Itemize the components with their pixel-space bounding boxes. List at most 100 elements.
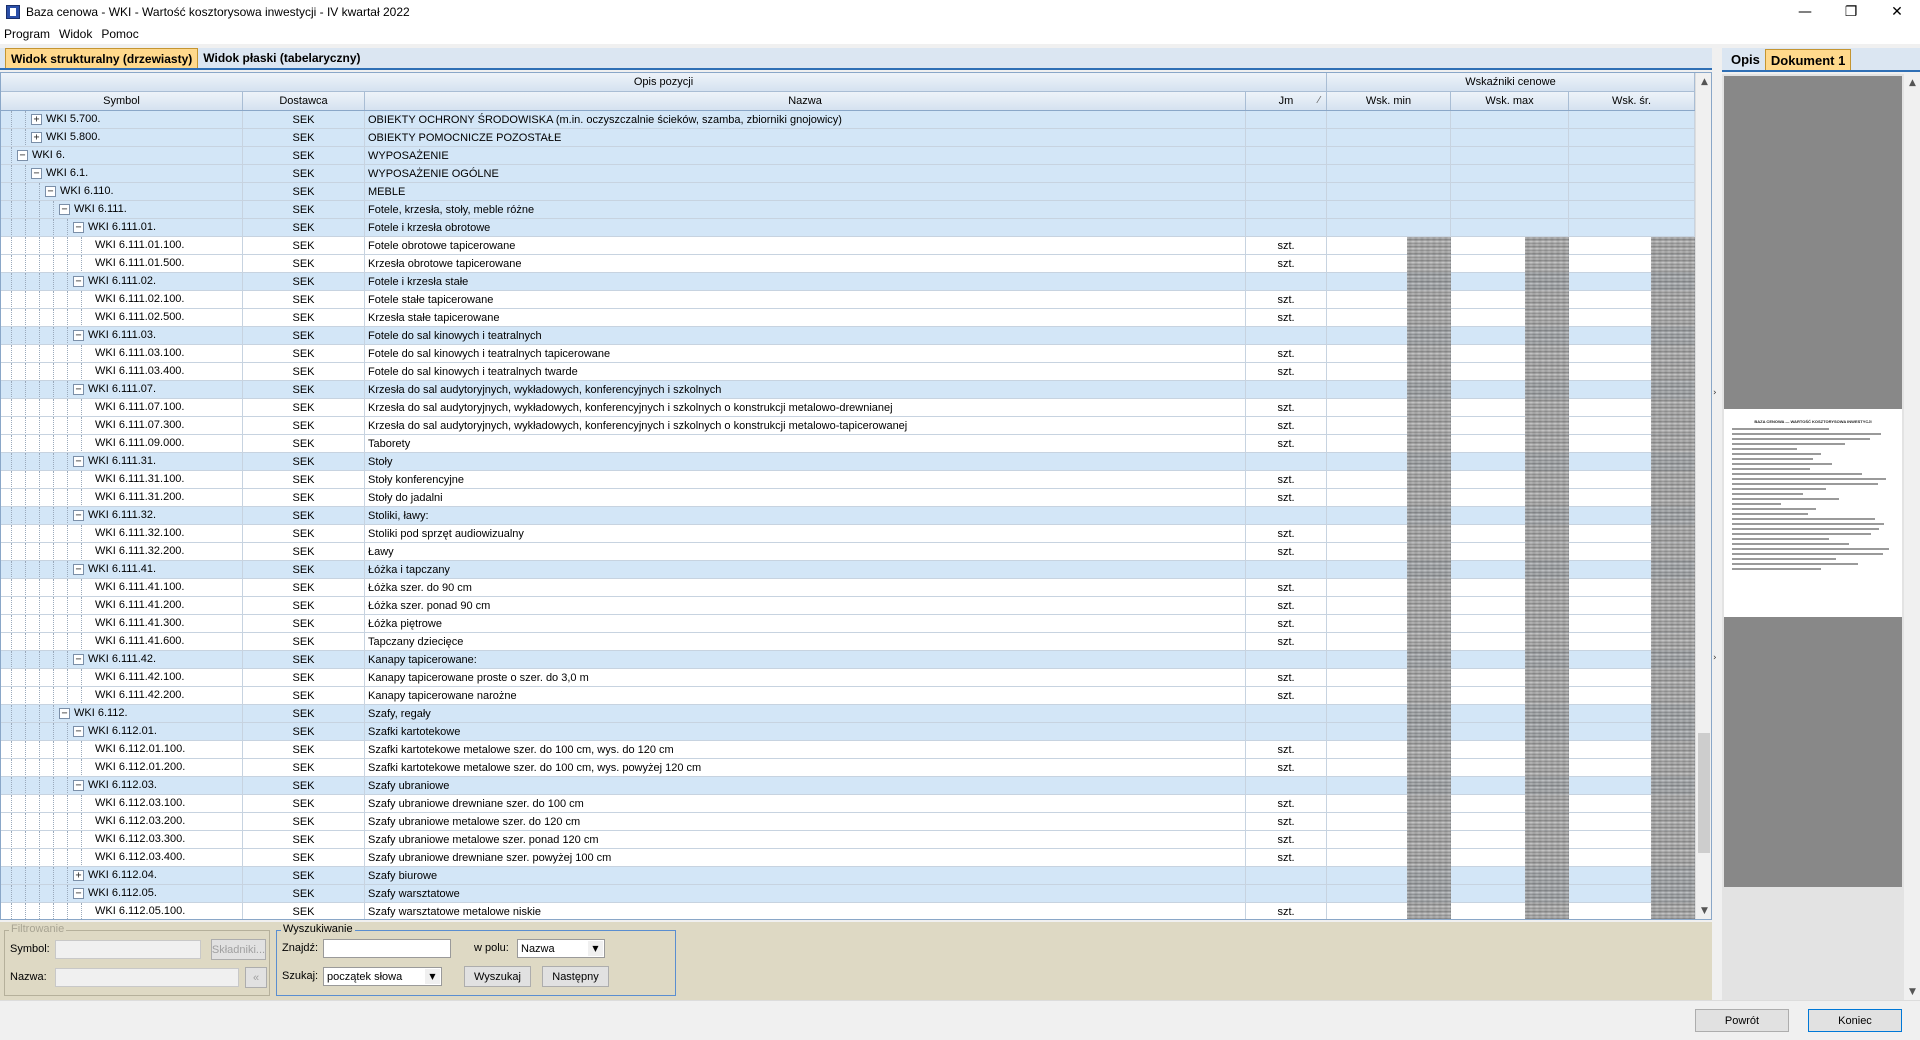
collapse-icon[interactable]: − (45, 186, 56, 197)
column-header-avg[interactable]: Wsk. śr. (1569, 92, 1695, 110)
minimize-button[interactable]: — (1782, 0, 1828, 24)
tree-group-row[interactable]: + WKI 5.800. SEK OBIEKTY POMOCNICZE POZOSTA… (1, 129, 1695, 147)
dropdown-arrow-icon[interactable]: ▼ (425, 969, 440, 984)
tab-opis[interactable]: Opis (1726, 49, 1765, 70)
symbol-text: WKI 6.111.32. (88, 509, 157, 521)
tree-group-row[interactable]: − WKI 6.110. SEK MEBLE (1, 183, 1695, 201)
column-header-min[interactable]: Wsk. min (1327, 92, 1451, 110)
preview-text-line (1732, 463, 1833, 465)
menu-program[interactable]: Program (4, 27, 50, 41)
grid-vertical-scrollbar[interactable]: ▲ ▼ (1695, 73, 1711, 919)
search-button[interactable]: Wyszukaj (464, 966, 531, 987)
scroll-up-icon[interactable]: ▲ (1904, 74, 1920, 91)
name-cell: Fotele do sal kinowych i teatralnych (365, 327, 1246, 344)
collapse-icon[interactable]: − (73, 510, 84, 521)
tree-line (11, 615, 12, 632)
symbol-filter-input[interactable] (55, 940, 201, 959)
symbol-cell: − WKI 6. (1, 147, 243, 164)
preview-page-thumbnail[interactable]: BAZA CENOWA — WARTOŚĆ KOSZTORYSOWA INWES… (1724, 409, 1902, 617)
symbol-cell: WKI 6.111.01.500. (1, 255, 243, 272)
column-header-unit[interactable]: Jm ⁄ (1246, 92, 1327, 110)
field-select[interactable]: Nazwa ▼ (517, 939, 605, 958)
maximize-button[interactable]: ❐ (1828, 0, 1874, 24)
column-header-max[interactable]: Wsk. max (1451, 92, 1569, 110)
tree-line (53, 489, 54, 506)
tree-group-row[interactable]: − WKI 6. SEK WYPOSAŻENIE (1, 147, 1695, 165)
tree-group-row[interactable]: − WKI 6.1. SEK WYPOSAŻENIE OGÓLNE (1, 165, 1695, 183)
collapse-icon[interactable]: − (73, 780, 84, 791)
supplier-cell: SEK (243, 291, 365, 308)
tab-flat-view[interactable]: Widok płaski (tabelaryczny) (198, 48, 366, 68)
collapse-icon[interactable]: − (73, 654, 84, 665)
tree-group-row[interactable]: + WKI 5.700. SEK OBIEKTY OCHRONY ŚRODOWISKA… (1, 111, 1695, 129)
collapse-icon[interactable]: − (17, 150, 28, 161)
tree-group-row[interactable]: − WKI 6.111.01. SEK Fotele i krzesła obroto… (1, 219, 1695, 237)
collapse-icon[interactable]: − (73, 726, 84, 737)
tree-line (11, 579, 12, 596)
collapse-icon[interactable]: − (73, 222, 84, 233)
symbol-cell: WKI 6.111.41.300. (1, 615, 243, 632)
scrollbar-thumb[interactable] (1698, 733, 1710, 853)
collapse-icon[interactable]: − (59, 708, 70, 719)
symbol-cell: WKI 6.111.02.100. (1, 291, 243, 308)
components-button[interactable]: Składniki... (211, 939, 266, 960)
panel-splitter[interactable]: › › (1712, 48, 1722, 1000)
find-label: Znajdź: (282, 942, 319, 954)
name-filter-input[interactable] (55, 968, 239, 987)
max-indicator-cell (1451, 129, 1569, 146)
collapse-icon[interactable]: − (59, 204, 70, 215)
collapse-icon[interactable]: − (73, 276, 84, 287)
tab-document-1[interactable]: Dokument 1 (1764, 49, 1852, 70)
scroll-up-icon[interactable]: ▲ (1696, 73, 1711, 90)
scroll-down-icon[interactable]: ▼ (1696, 902, 1711, 919)
symbol-text: WKI 6.111.03.100. (95, 347, 185, 359)
next-button[interactable]: Następny (542, 966, 609, 987)
symbol-text: WKI 6.111.41.300. (95, 617, 185, 629)
unit-cell: szt. (1246, 471, 1327, 488)
tree-line (53, 273, 54, 290)
back-button[interactable]: Powrót (1695, 1009, 1789, 1032)
preview-scrollbar[interactable]: ▲ ▼ (1904, 74, 1920, 1000)
tree-line (39, 417, 40, 434)
collapse-icon[interactable]: − (73, 888, 84, 899)
column-header-symbol[interactable]: Symbol (1, 92, 243, 110)
column-header-supplier[interactable]: Dostawca (243, 92, 365, 110)
collapse-icon[interactable]: − (73, 564, 84, 575)
supplier-cell: SEK (243, 579, 365, 596)
tree-line (39, 255, 40, 272)
symbol-cell: − WKI 6.111. (1, 201, 243, 218)
collapse-icon[interactable]: − (31, 168, 42, 179)
preview-text-line (1732, 468, 1810, 470)
expand-icon[interactable]: + (31, 132, 42, 143)
mode-select[interactable]: początek słowa ▼ (323, 967, 442, 986)
clear-filter-button[interactable]: « (245, 967, 267, 988)
preview-text-line (1732, 458, 1813, 460)
collapse-icon[interactable]: − (73, 456, 84, 467)
expand-icon[interactable]: + (73, 870, 84, 881)
splitter-arrow-icon[interactable]: › (1713, 388, 1717, 398)
collapse-icon[interactable]: − (73, 384, 84, 395)
scroll-down-icon[interactable]: ▼ (1904, 983, 1920, 1000)
group-header-indicators: Wskaźniki cenowe (1327, 73, 1695, 91)
tab-structural-view[interactable]: Widok strukturalny (drzewiasty) (5, 48, 199, 68)
symbol-text: WKI 6.111.32.100. (95, 527, 185, 539)
tree-line (81, 291, 82, 308)
tree-line (67, 237, 68, 254)
menu-widok[interactable]: Widok (59, 27, 92, 41)
tree-group-row[interactable]: − WKI 6.111. SEK Fotele, krzesła, stoły, me… (1, 201, 1695, 219)
end-button[interactable]: Koniec (1808, 1009, 1902, 1032)
collapse-icon[interactable]: − (73, 330, 84, 341)
close-button[interactable]: ✕ (1874, 0, 1920, 24)
symbol-cell: WKI 6.112.03.100. (1, 795, 243, 812)
splitter-arrow-icon[interactable]: › (1713, 653, 1717, 663)
menu-pomoc[interactable]: Pomoc (101, 27, 138, 41)
name-cell: Szafy biurowe (365, 867, 1246, 884)
find-input[interactable] (323, 939, 451, 958)
tree-line (11, 129, 12, 146)
tree-line (11, 309, 12, 326)
tree-line (25, 759, 26, 776)
column-header-name[interactable]: Nazwa (365, 92, 1246, 110)
dropdown-arrow-icon[interactable]: ▼ (588, 941, 603, 956)
expand-icon[interactable]: + (31, 114, 42, 125)
name-cell: Tapczany dziecięce (365, 633, 1246, 650)
